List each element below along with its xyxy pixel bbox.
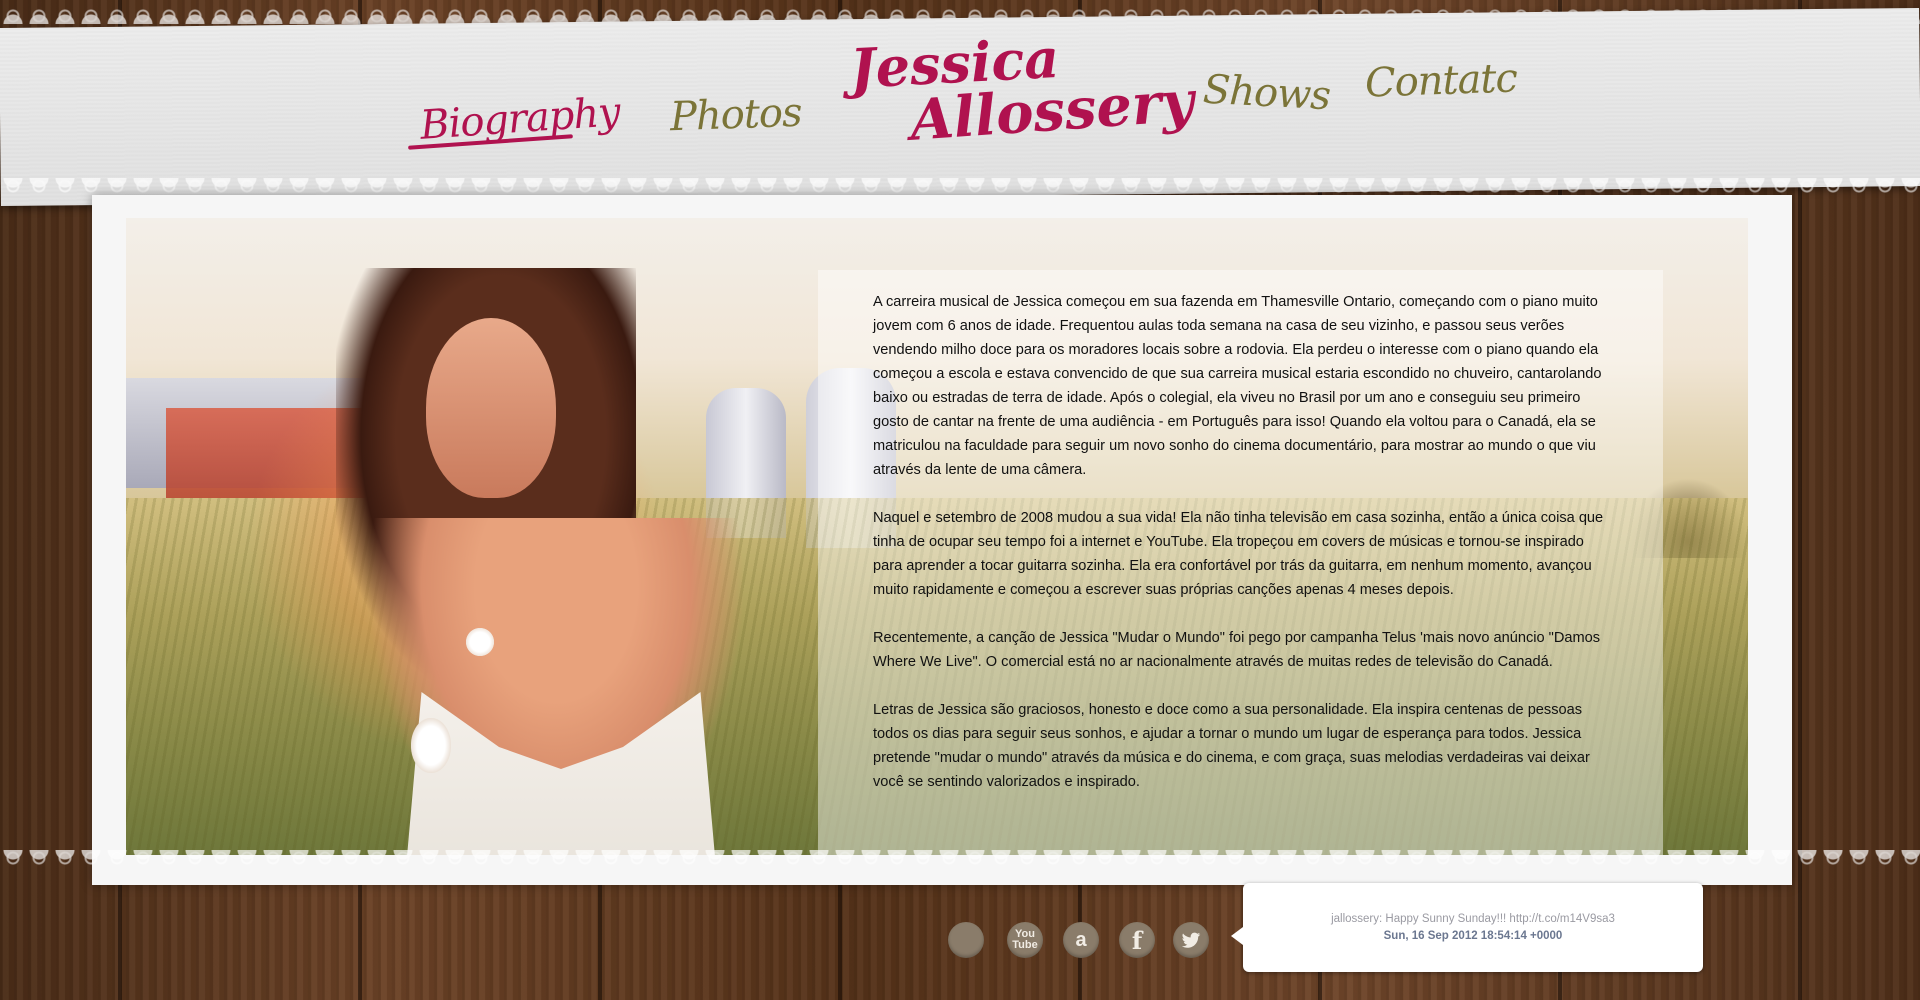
facebook-icon[interactable]: f xyxy=(1119,922,1155,958)
nav-contact[interactable]: Contatc xyxy=(1364,55,1517,106)
tweet-text[interactable]: jallossery: Happy Sunny Sunday!!! http:/… xyxy=(1243,913,1703,925)
lace-trim-bottom xyxy=(0,850,1920,886)
myspace-icon[interactable] xyxy=(948,922,984,958)
latest-tweet-box: jallossery: Happy Sunny Sunday!!! http:/… xyxy=(1231,883,1703,972)
nav-photos[interactable]: Photos xyxy=(669,90,802,141)
site-logo[interactable]: Jessica Allossery xyxy=(849,26,1196,154)
logo-last-name: Allossery xyxy=(907,68,1196,154)
youtube-icon-label: You Tube xyxy=(1012,928,1038,951)
amazon-icon[interactable]: a xyxy=(1063,922,1099,958)
bio-paragraph: A carreira musical de Jessica começou em… xyxy=(873,294,1602,478)
nav-shows[interactable]: Shows xyxy=(1202,67,1331,120)
youtube-icon[interactable]: You Tube xyxy=(1007,922,1043,958)
twitter-bird-icon xyxy=(1181,932,1201,948)
twitter-icon[interactable] xyxy=(1173,922,1209,958)
bio-paragraph: Naquel e setembro de 2008 mudou a sua vi… xyxy=(873,510,1604,598)
amazon-icon-label: a xyxy=(1075,928,1087,951)
bio-paragraph: Letras de Jessica são graciosos, honesto… xyxy=(873,702,1590,790)
facebook-icon-label: f xyxy=(1131,925,1143,955)
tweet-timestamp: Sun, 16 Sep 2012 18:54:14 +0000 xyxy=(1383,930,1563,942)
biography-content: A carreira musical de Jessica começou em… xyxy=(873,290,1608,818)
bio-paragraph: Recentemente, a canção de Jessica "Mudar… xyxy=(873,630,1601,670)
